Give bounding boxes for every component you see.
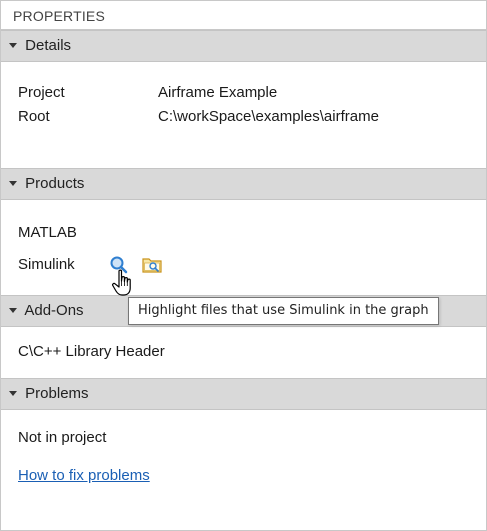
detail-value: C:\workSpace\examples\airframe [158, 108, 379, 125]
hand-cursor-icon [111, 269, 135, 297]
detail-key: Project [18, 84, 65, 101]
problems-body: Not in project How to fix problems [1, 410, 486, 530]
fix-problems-line: How to fix problems [18, 466, 150, 486]
section-header-label: Products [25, 175, 85, 192]
detail-key: Root [18, 108, 50, 125]
addons-body: C\C++ Library Header [1, 327, 486, 378]
problem-status: Not in project [18, 429, 107, 446]
detail-value: Airframe Example [158, 84, 278, 101]
panel-title: PROPERTIES [1, 1, 486, 30]
product-item-matlab: MATLAB [18, 224, 77, 241]
folder-search-icon[interactable] [142, 255, 162, 275]
how-to-fix-problems-link[interactable]: How to fix problems [18, 467, 150, 484]
chevron-down-icon [9, 307, 17, 313]
products-body: MATLAB Simulink [1, 200, 486, 295]
chevron-down-icon [9, 390, 17, 396]
section-header-label: Add-Ons [24, 302, 84, 319]
product-item-simulink: Simulink [18, 256, 75, 273]
addon-item: C\C++ Library Header [18, 343, 165, 360]
detail-row-root: Root C:\workSpace\examples\airframe [18, 107, 379, 127]
detail-row-project: Project Airframe Example [18, 83, 277, 103]
properties-panel: PROPERTIES Details Project Airframe Examp… [0, 0, 487, 531]
chevron-down-icon [9, 42, 17, 48]
tooltip: Highlight files that use Simulink in the… [128, 297, 439, 325]
details-body: Project Airframe Example Root C:\workSpace… [1, 62, 486, 168]
section-header-label: Problems [25, 385, 89, 402]
section-header-products[interactable]: Products [1, 168, 486, 200]
section-header-problems[interactable]: Problems [1, 378, 486, 410]
chevron-down-icon [9, 180, 17, 186]
section-header-label: Details [25, 37, 72, 54]
section-header-details[interactable]: Details [1, 30, 486, 62]
